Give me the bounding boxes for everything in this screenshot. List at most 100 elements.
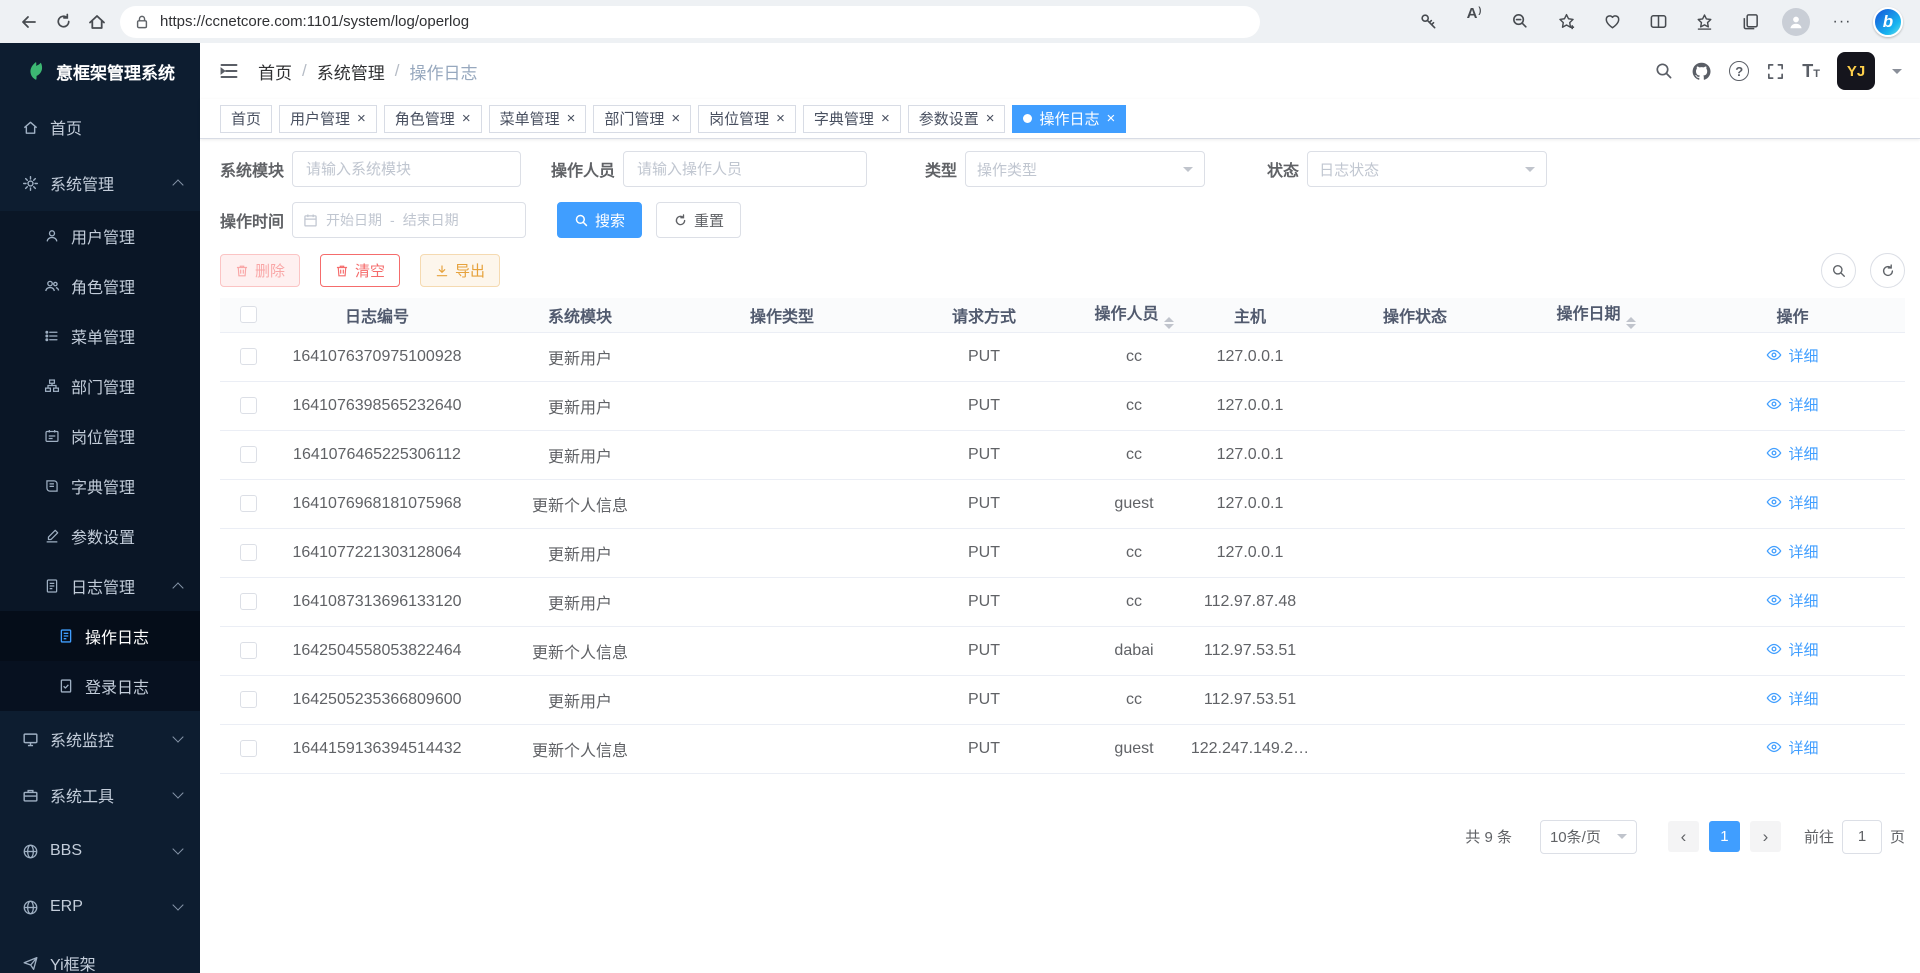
row-checkbox[interactable]	[240, 740, 257, 757]
row-checkbox[interactable]	[240, 495, 257, 512]
table-row[interactable]: 1641076968181075968 更新个人信息 PUT guest 127…	[220, 479, 1905, 528]
favorites-add-icon[interactable]	[1546, 5, 1586, 39]
page-number-1[interactable]: 1	[1709, 821, 1740, 852]
url-text[interactable]: https://ccnetcore.com:1101/system/log/op…	[160, 13, 469, 30]
page-size-select[interactable]: 10条/页	[1540, 820, 1637, 854]
tab-menus[interactable]: 菜单管理×	[489, 105, 587, 133]
browser-essentials-icon[interactable]	[1592, 5, 1632, 39]
close-icon[interactable]: ×	[462, 111, 471, 126]
sidebar-item-system[interactable]: 系统管理	[0, 155, 200, 211]
col-date[interactable]: 操作日期	[1512, 298, 1680, 332]
table-row[interactable]: 1641087313696133120 更新用户 PUT cc 112.97.8…	[220, 577, 1905, 626]
sidebar-item-dicts[interactable]: 字典管理	[0, 461, 200, 511]
sidebar-item-roles[interactable]: 角色管理	[0, 261, 200, 311]
close-icon[interactable]: ×	[776, 111, 785, 126]
col-operator[interactable]: 操作人员	[1086, 298, 1182, 332]
sort-icons[interactable]	[1164, 317, 1174, 329]
tab-roles[interactable]: 角色管理×	[384, 105, 482, 133]
sidebar-item-depts[interactable]: 部门管理	[0, 361, 200, 411]
fullscreen-icon[interactable]	[1766, 62, 1785, 81]
refresh-icon[interactable]	[46, 5, 80, 39]
read-aloud-icon[interactable]: A)	[1454, 5, 1494, 39]
table-row[interactable]: 1641076370975100928 更新用户 PUT cc 127.0.0.…	[220, 332, 1905, 381]
detail-link[interactable]: 详细	[1766, 492, 1818, 513]
select-all-checkbox[interactable]	[240, 306, 257, 323]
sort-icons[interactable]	[1626, 317, 1636, 329]
breadcrumb-system[interactable]: 系统管理	[317, 59, 385, 84]
favorites-icon[interactable]	[1684, 5, 1724, 39]
row-checkbox[interactable]	[240, 397, 257, 414]
zoom-out-icon[interactable]	[1500, 5, 1540, 39]
operator-input[interactable]	[623, 151, 867, 187]
sidebar-item-home[interactable]: 首页	[0, 99, 200, 155]
row-checkbox[interactable]	[240, 348, 257, 365]
table-row[interactable]: 1644159136394514432 更新个人信息 PUT guest 122…	[220, 724, 1905, 773]
goto-page-input[interactable]	[1842, 820, 1882, 854]
close-icon[interactable]: ×	[567, 111, 576, 126]
detail-link[interactable]: 详细	[1766, 394, 1818, 415]
sidebar-item-loginlog[interactable]: 登录日志	[0, 661, 200, 711]
close-icon[interactable]: ×	[671, 111, 680, 126]
status-select[interactable]: 日志状态	[1307, 151, 1547, 187]
detail-link[interactable]: 详细	[1766, 639, 1818, 660]
sidebar-item-posts[interactable]: 岗位管理	[0, 411, 200, 461]
hamburger-icon[interactable]	[218, 60, 240, 82]
export-button[interactable]: 导出	[420, 254, 500, 287]
delete-button[interactable]: 删除	[220, 254, 300, 287]
table-row[interactable]: 1641077221303128064 更新用户 PUT cc 127.0.0.…	[220, 528, 1905, 577]
sidebar-item-users[interactable]: 用户管理	[0, 211, 200, 261]
sidebar-item-yiframe[interactable]: Yi框架	[0, 935, 200, 973]
table-row[interactable]: 1642505235366809600 更新用户 PUT cc 112.97.5…	[220, 675, 1905, 724]
sidebar-item-tools[interactable]: 系统工具	[0, 767, 200, 823]
table-row[interactable]: 1641076398565232640 更新用户 PUT cc 127.0.0.…	[220, 381, 1905, 430]
collections-icon[interactable]	[1730, 5, 1770, 39]
sidebar-item-monitor[interactable]: 系统监控	[0, 711, 200, 767]
address-bar[interactable]: https://ccnetcore.com:1101/system/log/op…	[120, 6, 1260, 38]
home-icon[interactable]	[80, 5, 114, 39]
tab-home[interactable]: 首页	[220, 105, 272, 133]
prev-page-button[interactable]: ‹	[1668, 821, 1699, 852]
start-date[interactable]: 开始日期	[326, 210, 382, 230]
module-input[interactable]	[292, 151, 521, 187]
chevron-down-icon[interactable]	[1892, 69, 1902, 79]
settings-more-icon[interactable]: ···	[1822, 5, 1862, 39]
close-icon[interactable]: ×	[986, 111, 995, 126]
github-icon[interactable]	[1691, 61, 1712, 82]
detail-link[interactable]: 详细	[1766, 541, 1818, 562]
password-key-icon[interactable]	[1408, 5, 1448, 39]
close-icon[interactable]: ×	[1107, 111, 1116, 126]
row-checkbox[interactable]	[240, 642, 257, 659]
detail-link[interactable]: 详细	[1766, 688, 1818, 709]
app-logo[interactable]: 意框架管理系统	[0, 43, 200, 99]
next-page-button[interactable]: ›	[1750, 821, 1781, 852]
font-size-icon[interactable]: TT	[1802, 62, 1820, 80]
split-screen-icon[interactable]	[1638, 5, 1678, 39]
row-checkbox[interactable]	[240, 593, 257, 610]
row-checkbox[interactable]	[240, 691, 257, 708]
tab-params[interactable]: 参数设置×	[908, 105, 1006, 133]
sidebar-item-menus[interactable]: 菜单管理	[0, 311, 200, 361]
sidebar-item-erp[interactable]: ERP	[0, 879, 200, 935]
breadcrumb-home[interactable]: 首页	[258, 59, 292, 84]
bing-icon[interactable]: b	[1868, 5, 1908, 39]
tab-posts[interactable]: 岗位管理×	[698, 105, 796, 133]
sidebar-item-operlog[interactable]: 操作日志	[0, 611, 200, 661]
search-button[interactable]: 搜索	[557, 202, 642, 238]
table-row[interactable]: 1642504558053822464 更新个人信息 PUT dabai 112…	[220, 626, 1905, 675]
row-checkbox[interactable]	[240, 544, 257, 561]
close-icon[interactable]: ×	[881, 111, 890, 126]
end-date[interactable]: 结束日期	[403, 210, 459, 230]
tab-users[interactable]: 用户管理×	[279, 105, 377, 133]
row-checkbox[interactable]	[240, 446, 257, 463]
help-icon[interactable]: ?	[1729, 61, 1749, 81]
table-row[interactable]: 1641076465225306112 更新用户 PUT cc 127.0.0.…	[220, 430, 1905, 479]
date-range-picker[interactable]: 开始日期 - 结束日期	[292, 202, 526, 238]
sidebar-item-params[interactable]: 参数设置	[0, 511, 200, 561]
detail-link[interactable]: 详细	[1766, 443, 1818, 464]
profile-avatar-icon[interactable]	[1776, 5, 1816, 39]
detail-link[interactable]: 详细	[1766, 590, 1818, 611]
detail-link[interactable]: 详细	[1766, 345, 1818, 366]
show-search-button[interactable]	[1821, 253, 1856, 288]
reset-button[interactable]: 重置	[656, 202, 741, 238]
search-icon[interactable]	[1654, 61, 1674, 81]
